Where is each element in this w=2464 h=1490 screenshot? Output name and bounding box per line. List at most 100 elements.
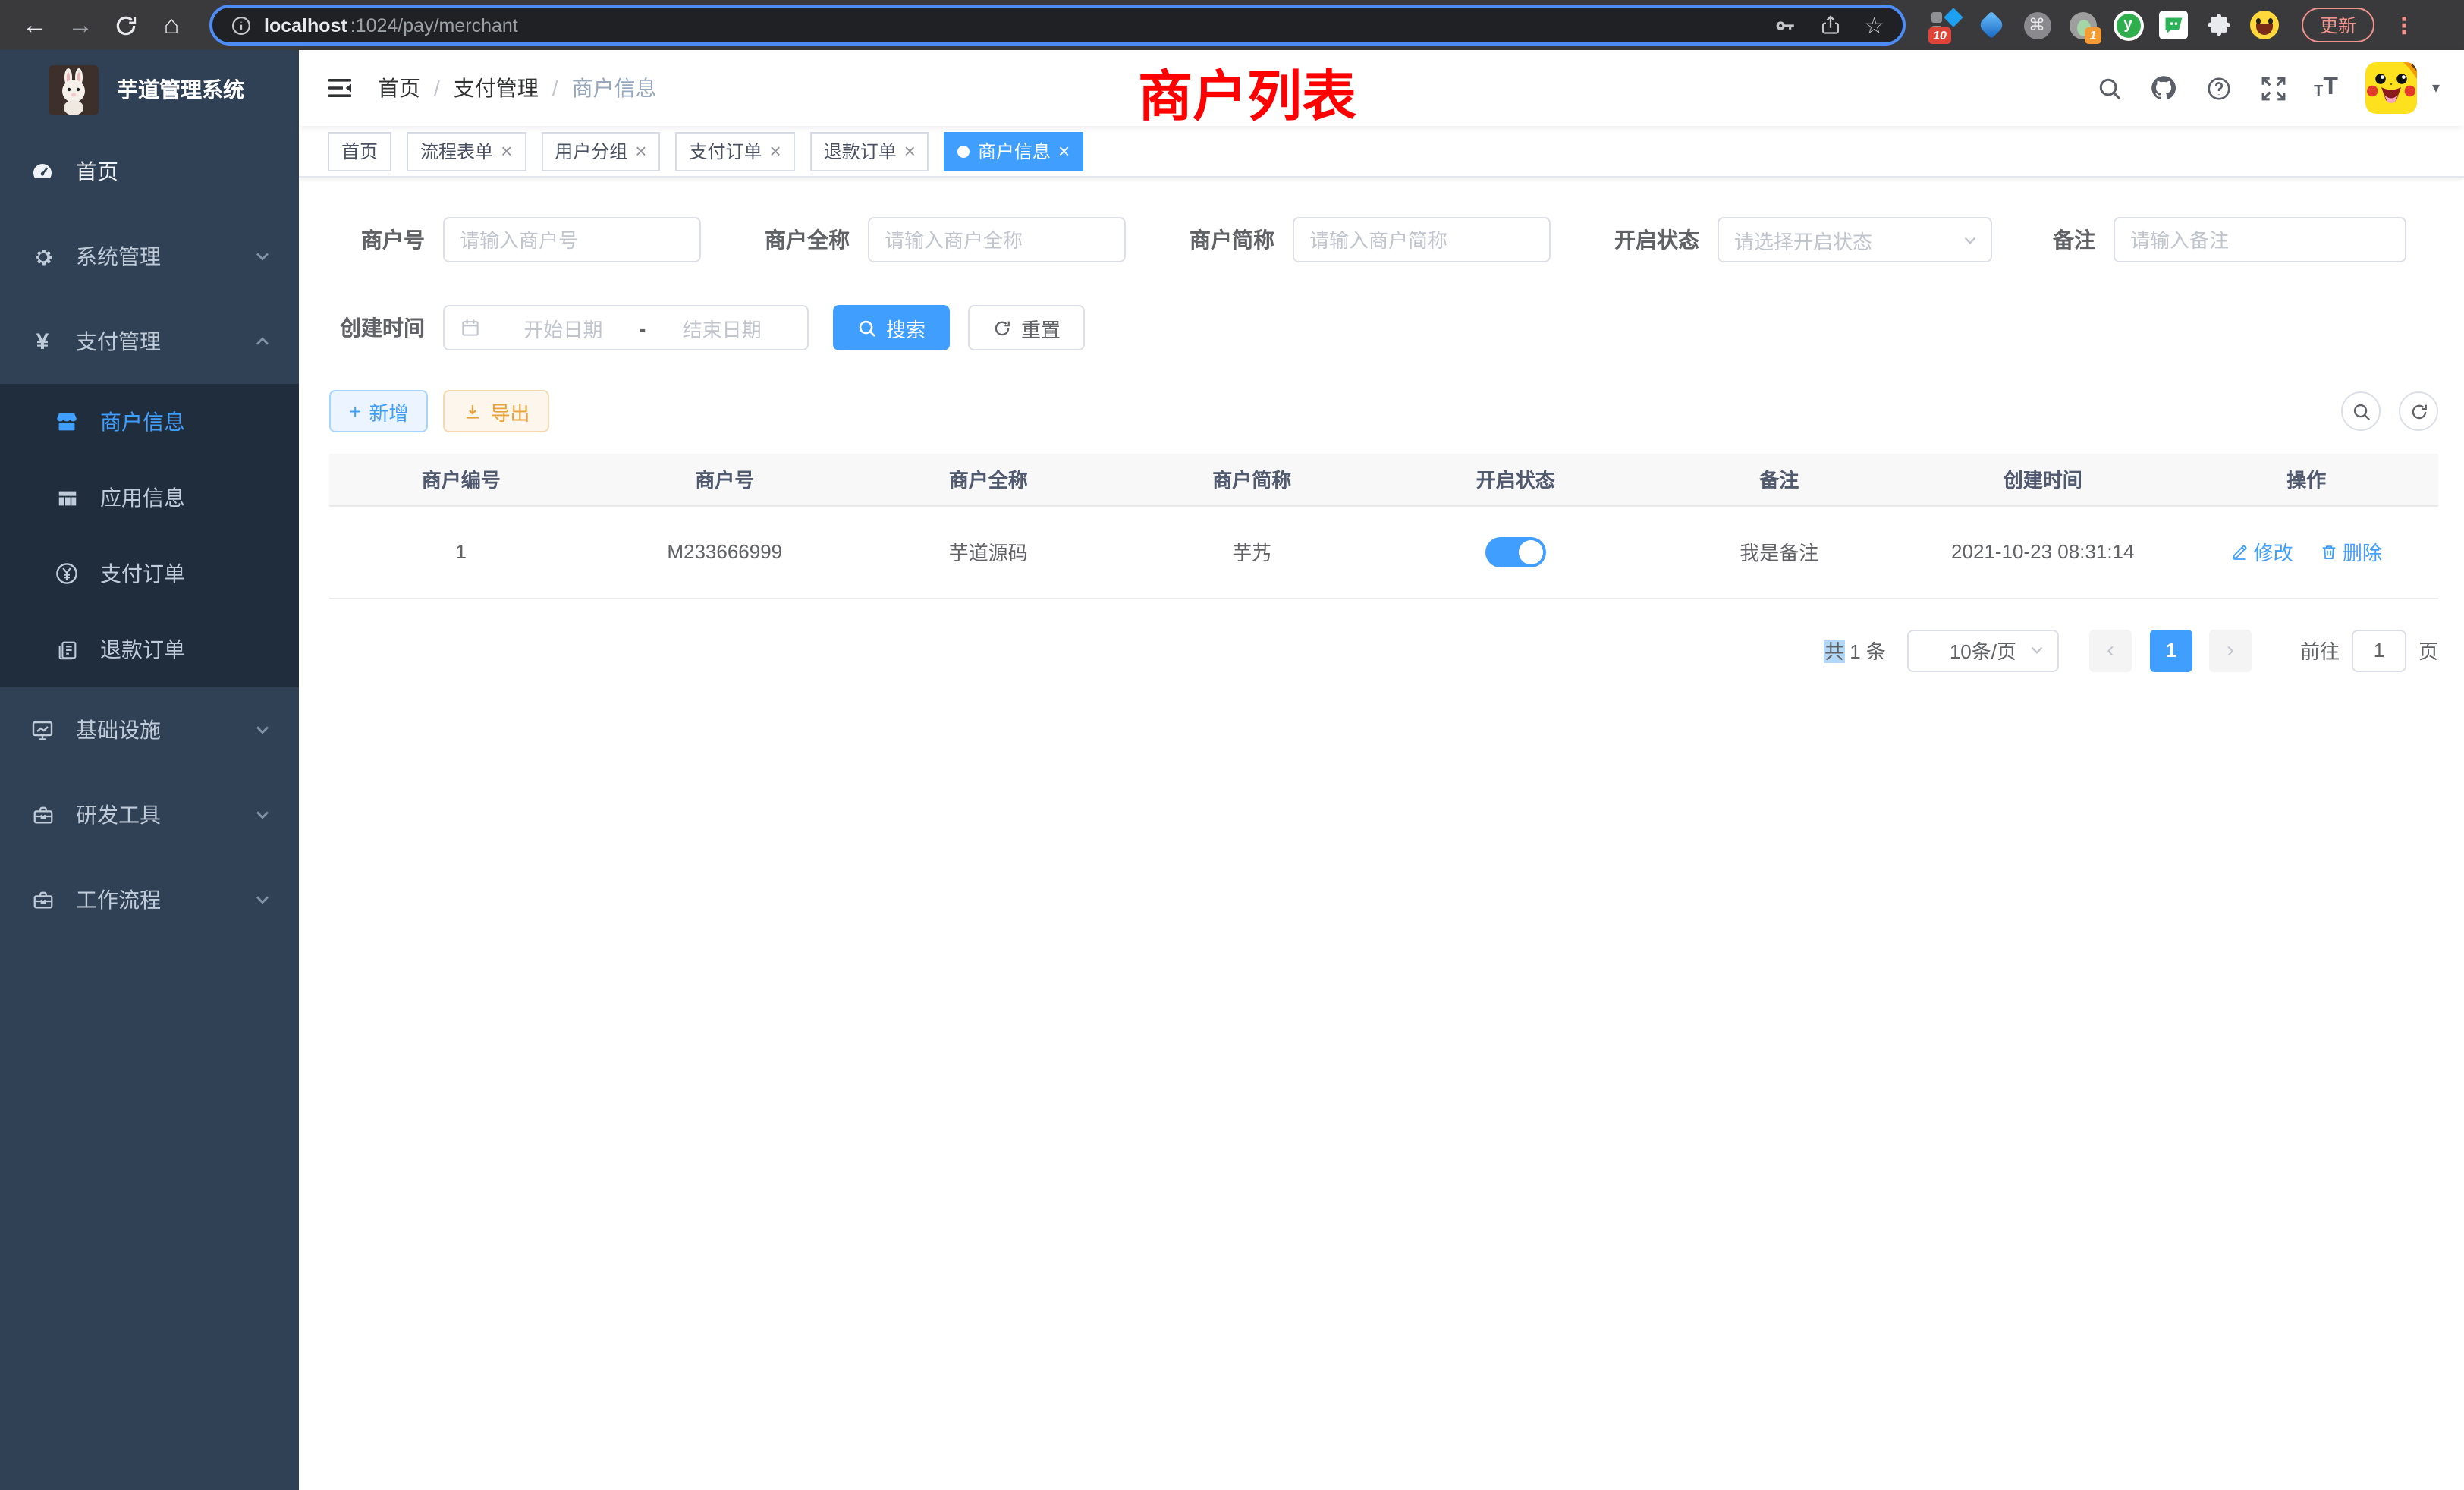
- sidebar-item-refund-order[interactable]: 退款订单: [0, 611, 299, 687]
- breadcrumb-payment[interactable]: 支付管理: [454, 73, 539, 103]
- extension-command-icon[interactable]: ⌘: [2021, 8, 2053, 42]
- fullscreen-icon[interactable]: [2259, 74, 2286, 102]
- browser-back-icon[interactable]: ←: [15, 5, 55, 45]
- search-form-row-1: 商户号 商户全称 商户简称 开启状态 请选择开启状态: [329, 217, 2438, 262]
- sidebar-item-home[interactable]: 首页: [0, 129, 299, 214]
- close-icon[interactable]: ×: [904, 141, 916, 161]
- gear-icon: [30, 245, 55, 268]
- extension-monkey-icon[interactable]: 10: [1930, 8, 1962, 42]
- delete-link[interactable]: 删除: [2320, 537, 2382, 566]
- extensions-puzzle-icon[interactable]: [2203, 8, 2235, 42]
- next-page-button[interactable]: ›: [2209, 629, 2252, 671]
- search-icon[interactable]: [2095, 74, 2123, 102]
- extension-avatar-icon[interactable]: 1: [2066, 8, 2098, 42]
- share-icon[interactable]: [1818, 14, 1841, 36]
- chevron-up-icon: [253, 332, 272, 350]
- breadcrumb-home[interactable]: 首页: [378, 73, 420, 103]
- address-bar[interactable]: localhost :1024/pay/merchant ☆: [209, 5, 1906, 46]
- close-icon[interactable]: ×: [635, 141, 646, 161]
- remark-input[interactable]: [2114, 217, 2406, 262]
- tag-label: 首页: [341, 138, 378, 164]
- date-separator: -: [633, 316, 652, 339]
- sidebar-item-system[interactable]: 系统管理: [0, 214, 299, 299]
- search-button[interactable]: 搜索: [833, 305, 950, 350]
- main-area: 首页 / 支付管理 / 商户信息 商户列表: [299, 50, 2464, 1490]
- sidebar-item-workflow[interactable]: 工作流程: [0, 857, 299, 942]
- sidebar-toggle-icon[interactable]: [326, 74, 354, 102]
- chevron-down-icon: [253, 806, 272, 824]
- password-key-icon[interactable]: [1771, 13, 1796, 37]
- status-select[interactable]: 请选择开启状态: [1718, 217, 1992, 262]
- page-1-button[interactable]: 1: [2150, 629, 2192, 671]
- reset-button[interactable]: 重置: [968, 305, 1085, 350]
- status-toggle-on[interactable]: [1485, 536, 1546, 567]
- tag-label: 退款订单: [824, 138, 897, 164]
- right-toolbar: [2341, 391, 2438, 431]
- form-item-status: 开启状态 请选择开启状态: [1581, 217, 1992, 262]
- caret-down-icon[interactable]: ▾: [2432, 80, 2440, 96]
- browser-menu-icon[interactable]: ⋮: [2393, 11, 2414, 39]
- merchant-short-input[interactable]: [1293, 217, 1551, 262]
- help-icon[interactable]: [2205, 74, 2232, 102]
- sidebar-item-label: 退款订单: [100, 634, 185, 665]
- status-select-placeholder: 请选择开启状态: [1734, 225, 1872, 254]
- yen-icon: ¥: [30, 328, 55, 354]
- browser-home-icon[interactable]: ⌂: [152, 5, 191, 45]
- edit-link[interactable]: 修改: [2231, 537, 2293, 566]
- extension-y-icon[interactable]: y: [2112, 8, 2144, 42]
- browser-toolbar: ← → ⌂ localhost :1024/pay/merchant ☆: [0, 0, 2464, 50]
- sidebar-item-pay-order[interactable]: 支付订单: [0, 536, 299, 611]
- user-avatar[interactable]: [2365, 62, 2417, 114]
- tag-label: 流程表单: [420, 138, 493, 164]
- close-icon[interactable]: ×: [770, 141, 781, 161]
- sidebar-item-infrastructure[interactable]: 基础设施: [0, 687, 299, 772]
- form-item-merchant-no: 商户号: [329, 217, 701, 262]
- tag-pay-order[interactable]: 支付订单 ×: [675, 131, 794, 171]
- bookmark-star-icon[interactable]: ☆: [1864, 11, 1884, 39]
- toggle-search-icon[interactable]: [2341, 391, 2381, 431]
- top-navbar: 首页 / 支付管理 / 商户信息 商户列表: [299, 50, 2464, 126]
- create-time-range-picker[interactable]: 开始日期 - 结束日期: [443, 305, 809, 350]
- export-button[interactable]: 导出: [443, 390, 549, 432]
- sidebar-item-label: 支付订单: [100, 558, 185, 589]
- tag-refund-order[interactable]: 退款订单 ×: [810, 131, 929, 171]
- extension-kite-icon[interactable]: [1975, 8, 2007, 42]
- table-row: 1 M233666999 芋道源码 芋艿 我是备注 2021-10-23 08:…: [329, 505, 2438, 598]
- col-status: 开启状态: [1384, 454, 1648, 505]
- tag-merchant-info[interactable]: 商户信息 ×: [944, 131, 1083, 171]
- document-icon: [55, 638, 79, 661]
- browser-forward-icon[interactable]: →: [61, 5, 100, 45]
- form-item-remark: 备注: [2022, 217, 2406, 262]
- sidebar-item-merchant-info[interactable]: 商户信息: [0, 384, 299, 460]
- pencil-icon: [2231, 542, 2249, 561]
- search-button-label: 搜索: [886, 313, 926, 342]
- table-header-row: 商户编号 商户号 商户全称 商户简称 开启状态 备注 创建时间 操作: [329, 454, 2438, 505]
- tag-process-form[interactable]: 流程表单 ×: [407, 131, 526, 171]
- sidebar-item-payment[interactable]: ¥ 支付管理: [0, 299, 299, 384]
- prev-page-button[interactable]: ‹: [2089, 629, 2132, 671]
- merchant-no-label: 商户号: [329, 225, 443, 255]
- sidebar: 芋道管理系统 首页 系统管理: [0, 50, 299, 1490]
- profile-emoji-icon[interactable]: [2249, 8, 2280, 42]
- tag-user-group[interactable]: 用户分组 ×: [541, 131, 660, 171]
- github-icon[interactable]: [2150, 74, 2177, 102]
- font-size-icon[interactable]: TT: [2314, 76, 2338, 100]
- merchant-no-input[interactable]: [443, 217, 701, 262]
- close-icon[interactable]: ×: [1058, 141, 1070, 161]
- site-info-icon[interactable]: [231, 14, 252, 36]
- navbar-actions: TT ▾: [2095, 62, 2440, 114]
- yen-circle-icon: [55, 561, 79, 586]
- app-logo-row[interactable]: 芋道管理系统: [0, 50, 299, 129]
- extension-chat-icon[interactable]: [2158, 8, 2189, 42]
- browser-reload-icon[interactable]: [106, 5, 146, 45]
- sidebar-item-dev-tools[interactable]: 研发工具: [0, 772, 299, 857]
- page-size-select[interactable]: 10条/页: [1907, 629, 2059, 671]
- sidebar-item-app-info[interactable]: 应用信息: [0, 460, 299, 536]
- tag-home[interactable]: 首页: [328, 131, 391, 171]
- browser-update-button[interactable]: 更新: [2302, 8, 2374, 42]
- close-icon[interactable]: ×: [501, 141, 512, 161]
- merchant-name-input[interactable]: [868, 217, 1126, 262]
- add-button[interactable]: + 新增: [329, 390, 428, 432]
- goto-page-input[interactable]: [2352, 629, 2406, 671]
- refresh-icon[interactable]: [2399, 391, 2438, 431]
